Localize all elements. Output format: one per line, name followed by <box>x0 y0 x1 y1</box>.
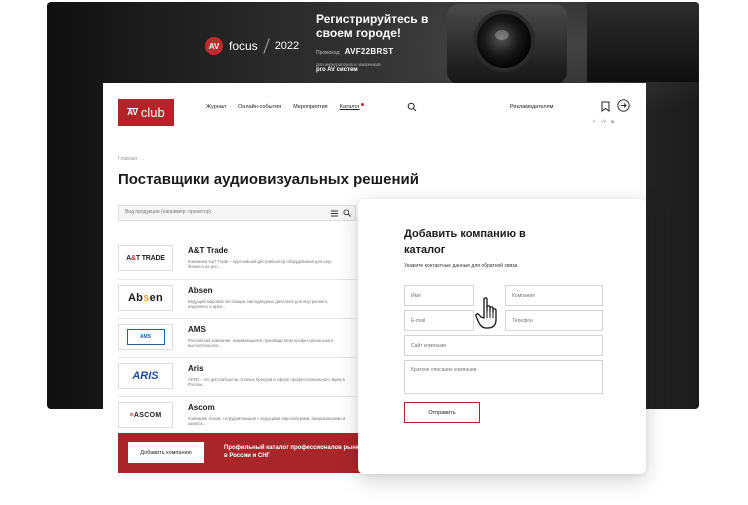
promo-headline: Регистрируйтесь в своем городе! <box>316 12 429 40</box>
company-logo: AMS <box>118 324 173 350</box>
form-title: Добавить компанию в каталог <box>404 228 526 256</box>
aris-logo: ARIS <box>132 370 159 382</box>
av-badge-icon: AV <box>205 37 223 55</box>
hand-cursor-icon <box>475 297 497 329</box>
nav-links: Журнал Онлайн-события Мероприятия Катало… <box>206 103 364 110</box>
company-description: Компания A&T Trade – крупнейший дистрибь… <box>188 259 333 270</box>
screenshot-stage: AV focus 2022 Регистрируйтесь в своем го… <box>0 0 748 505</box>
company-logo: A&T TRADE <box>118 245 173 271</box>
catalog-search <box>118 205 356 221</box>
search-input[interactable] <box>125 209 315 215</box>
add-company-button[interactable]: Добавить компанию <box>128 442 204 463</box>
add-company-form: Добавить компанию в каталог Укажите конт… <box>358 199 646 474</box>
company-description: Компания Аском, сотрудничающая с ведущим… <box>188 416 346 427</box>
nav-link-online-events[interactable]: Онлайн-события <box>238 104 281 110</box>
company-description: Ведущий мировой поставщик светодиодных д… <box>188 299 329 310</box>
top-nav: AV club Журнал Онлайн-события Мероприяти… <box>118 99 631 127</box>
list-item[interactable]: ARIS Aris АРИС - это дистрибьютор готовы… <box>118 357 356 396</box>
add-company-banner: Добавить компанию Профильный каталог про… <box>118 433 372 473</box>
form-hint: Укажите контактные данные для обратной с… <box>404 263 519 269</box>
vk-icon[interactable]: vk <box>601 119 606 125</box>
youtube-icon[interactable]: ▶ <box>611 119 615 125</box>
company-name[interactable]: Aris <box>188 364 204 373</box>
search-icon[interactable] <box>407 102 417 112</box>
focus-word: focus <box>229 39 258 53</box>
phone-field[interactable] <box>505 310 603 331</box>
company-name[interactable]: AMS <box>188 325 206 334</box>
logo-av-mark: AV <box>127 108 138 117</box>
nav-link-journal[interactable]: Журнал <box>206 104 226 110</box>
camera-body-image <box>587 2 699 82</box>
av-focus-logo: AV focus 2022 <box>205 37 299 55</box>
list-item[interactable]: ≡ASCOM Ascom Компания Аском, сотрудничаю… <box>118 396 356 435</box>
cta-text: Профильный каталог профессионалов рынка … <box>224 445 372 459</box>
logo-club-word: club <box>140 105 165 120</box>
promo-audience-strong: pro AV систем <box>316 67 358 73</box>
social-links: ✈ vk ▶ <box>592 119 615 125</box>
email-field[interactable] <box>404 310 474 331</box>
breadcrumb: Главная ← <box>118 156 146 162</box>
page-title: Поставщики аудиовизуальных решений <box>118 171 419 188</box>
logo-divider <box>262 38 270 54</box>
company-name[interactable]: Absen <box>188 286 212 295</box>
company-description: Российская компания, занимающаяся произв… <box>188 338 334 349</box>
focus-year: 2022 <box>274 40 300 52</box>
camera-lens <box>473 10 535 72</box>
company-description: АРИС - это дистрибьютор готовых брендов … <box>188 377 345 388</box>
login-icon[interactable] <box>617 99 630 112</box>
promo-code-row: Промокод: AVF22BRST <box>316 47 446 56</box>
company-logo: ARIS <box>118 363 173 389</box>
absen-logo: Absen <box>127 292 164 304</box>
site-field[interactable] <box>404 335 603 356</box>
search-icon[interactable] <box>343 209 351 217</box>
nav-link-catalog[interactable]: Каталог <box>340 103 364 110</box>
list-item[interactable]: Absen Absen Ведущий мировой поставщик св… <box>118 279 356 318</box>
arrow-left-icon[interactable]: ← <box>141 156 146 162</box>
company-name[interactable]: Ascom <box>188 403 215 412</box>
promo-code-label: Промокод: <box>316 50 341 56</box>
list-item[interactable]: A&T TRADE A&T Trade Компания A&T Trade –… <box>118 240 356 279</box>
description-field[interactable] <box>404 360 603 394</box>
promo-code: AVF22BRST <box>344 47 394 56</box>
company-logo: ≡ASCOM <box>118 402 173 428</box>
company-list: A&T TRADE A&T Trade Компания A&T Trade –… <box>118 240 356 435</box>
ascom-logo: ≡ASCOM <box>129 411 162 419</box>
nav-link-advertisers[interactable]: Рекламодателям <box>510 104 553 110</box>
company-field[interactable] <box>505 285 603 306</box>
list-item[interactable]: AMS AMS Российская компания, занимающаяс… <box>118 318 356 357</box>
ams-logo: AMS <box>126 329 165 345</box>
submit-button[interactable]: Отправить <box>404 402 480 423</box>
camera-image <box>447 4 567 84</box>
telegram-icon[interactable]: ✈ <box>592 119 596 125</box>
at-trade-logo: A&T TRADE <box>126 254 165 262</box>
promo-text-block: Регистрируйтесь в своем городе! Промокод… <box>316 12 446 73</box>
company-logo: Absen <box>118 285 173 311</box>
breadcrumb-home[interactable]: Главная <box>118 156 137 162</box>
bookmark-icon[interactable] <box>601 101 610 112</box>
company-name[interactable]: A&T Trade <box>188 246 228 255</box>
av-club-logo[interactable]: AV club <box>118 99 174 126</box>
name-field[interactable] <box>404 285 474 306</box>
filter-icon[interactable] <box>331 210 338 217</box>
nav-link-events[interactable]: Мероприятия <box>293 104 327 110</box>
